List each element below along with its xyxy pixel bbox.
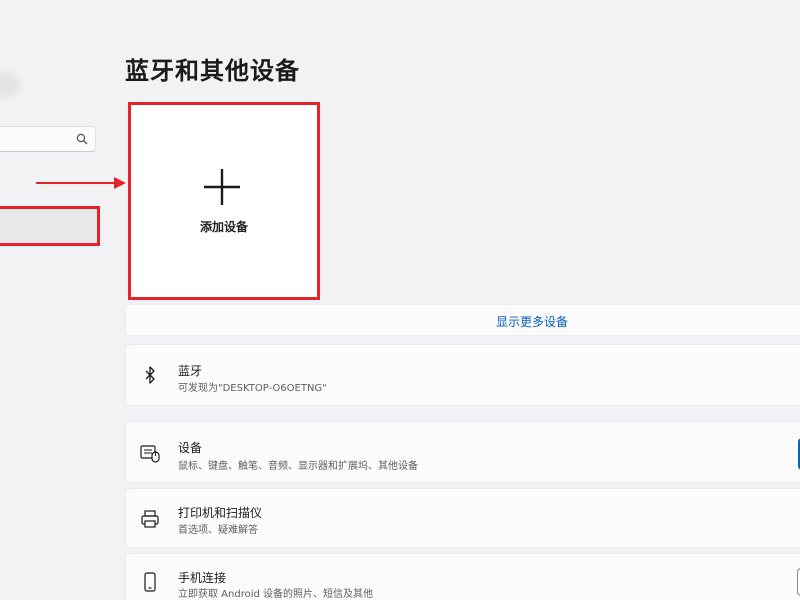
settings-search-box[interactable] xyxy=(0,126,96,152)
plus-icon xyxy=(204,169,240,205)
devices-title: 设备 xyxy=(178,441,203,455)
printers-scanners-card[interactable]: 打印机和扫描仪 首选项、疑难解答 xyxy=(125,488,800,548)
bluetooth-card[interactable]: 蓝牙 可发现为"DESKTOP-O6OETNG" xyxy=(125,344,800,406)
devices-subtitle: 鼠标、键盘、触笔、音频、显示器和扩展坞、其他设备 xyxy=(178,461,418,472)
printers-subtitle: 首选项、疑难解答 xyxy=(178,525,258,536)
bluetooth-icon xyxy=(145,366,155,384)
annotation-arrow-icon xyxy=(36,177,126,189)
phone-link-subtitle: 立即获取 Android 设备的照片、短信及其他 xyxy=(178,589,374,600)
search-input[interactable] xyxy=(0,130,73,150)
printer-icon xyxy=(141,510,159,528)
add-device-label: 添加设备 xyxy=(199,220,248,234)
devices-card[interactable]: 设备 鼠标、键盘、触笔、音频、显示器和扩展坞、其他设备 xyxy=(125,421,800,483)
sidebar-item-bluetooth-devices[interactable] xyxy=(0,206,100,246)
show-more-devices-bar: 显示更多设备 xyxy=(125,304,800,336)
show-more-devices-link[interactable]: 显示更多设备 xyxy=(496,313,568,330)
sidebar-item-selected-bg xyxy=(0,209,97,243)
printers-title: 打印机和扫描仪 xyxy=(178,506,263,520)
bluetooth-title: 蓝牙 xyxy=(178,364,203,378)
search-icon[interactable] xyxy=(76,133,88,145)
add-device-button[interactable]: 添加设备 xyxy=(128,102,320,300)
phone-icon xyxy=(144,572,156,592)
page-title: 蓝牙和其他设备 xyxy=(125,57,300,85)
devices-icon xyxy=(140,445,160,463)
phone-link-title: 手机连接 xyxy=(178,571,227,585)
phone-link-card[interactable]: 手机连接 立即获取 Android 设备的照片、短信及其他 xyxy=(125,553,800,600)
settings-window: 蓝牙和其他设备 添加设备 显示更多设备 蓝牙 可发现为"DESKTOP-O6OE… xyxy=(0,0,800,600)
user-avatar[interactable] xyxy=(0,72,20,98)
bluetooth-subtitle: 可发现为"DESKTOP-O6OETNG" xyxy=(178,383,327,394)
